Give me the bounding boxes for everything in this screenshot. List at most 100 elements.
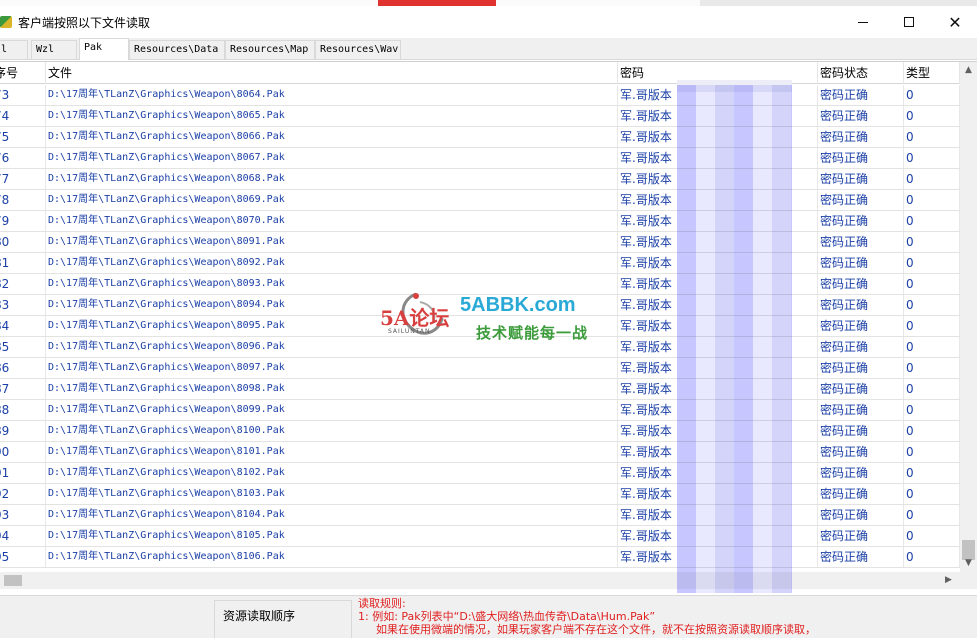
row-password-status: 密码正确 xyxy=(818,295,904,315)
tab-resources-wav[interactable]: Resources\Wav xyxy=(315,40,401,59)
row-file-path: D:\17周年\TLanZ\Graphics\Weapon\8069.Pak xyxy=(46,190,618,210)
row-file-path: D:\17周年\TLanZ\Graphics\Weapon\8067.Pak xyxy=(46,148,618,168)
row-index: 83 xyxy=(0,295,46,315)
table-row[interactable]: 95D:\17周年\TLanZ\Graphics\Weapon\8106.Pak… xyxy=(0,547,960,568)
row-type: 0 xyxy=(904,358,960,378)
table-row[interactable]: 79D:\17周年\TLanZ\Graphics\Weapon\8070.Pak… xyxy=(0,211,960,232)
row-file-path: D:\17周年\TLanZ\Graphics\Weapon\8102.Pak xyxy=(46,463,618,483)
table-row[interactable]: 88D:\17周年\TLanZ\Graphics\Weapon\8099.Pak… xyxy=(0,400,960,421)
scroll-up-icon[interactable]: ▲ xyxy=(960,62,977,79)
row-index: 92 xyxy=(0,484,46,504)
table-row[interactable]: 76D:\17周年\TLanZ\Graphics\Weapon\8067.Pak… xyxy=(0,148,960,169)
watermark-site: 5ABBK.com xyxy=(460,294,576,316)
row-file-path: D:\17周年\TLanZ\Graphics\Weapon\8092.Pak xyxy=(46,253,618,273)
row-index: 74 xyxy=(0,106,46,126)
table-row[interactable]: 78D:\17周年\TLanZ\Graphics\Weapon\8069.Pak… xyxy=(0,190,960,211)
bottom-panel: 资源读取顺序 读取规则: 1: 例如: Pak列表中“D:\盛大网络\热血传奇\… xyxy=(0,595,977,638)
column-header-status[interactable]: 密码状态 xyxy=(818,62,904,84)
row-index: 95 xyxy=(0,547,46,567)
table-row[interactable]: 77D:\17周年\TLanZ\Graphics\Weapon\8068.Pak… xyxy=(0,169,960,190)
row-index: 79 xyxy=(0,211,46,231)
maximize-button[interactable] xyxy=(886,6,932,38)
row-index: 94 xyxy=(0,526,46,546)
table-row[interactable]: 89D:\17周年\TLanZ\Graphics\Weapon\8100.Pak… xyxy=(0,421,960,442)
tab-pak[interactable]: Pak xyxy=(79,38,129,60)
row-file-path: D:\17周年\TLanZ\Graphics\Weapon\8097.Pak xyxy=(46,358,618,378)
row-type: 0 xyxy=(904,337,960,357)
row-type: 0 xyxy=(904,106,960,126)
title-bar[interactable]: 客户端按照以下文件读取 ✕ xyxy=(0,6,977,38)
table-row[interactable]: 73D:\17周年\TLanZ\Graphics\Weapon\8064.Pak… xyxy=(0,85,960,106)
row-type: 0 xyxy=(904,253,960,273)
table-row[interactable]: 93D:\17周年\TLanZ\Graphics\Weapon\8104.Pak… xyxy=(0,505,960,526)
table-row[interactable]: 91D:\17周年\TLanZ\Graphics\Weapon\8102.Pak… xyxy=(0,463,960,484)
scroll-corner xyxy=(960,572,977,589)
table-row[interactable]: 75D:\17周年\TLanZ\Graphics\Weapon\8066.Pak… xyxy=(0,127,960,148)
row-type: 0 xyxy=(904,85,960,105)
app-icon xyxy=(0,16,12,28)
row-type: 0 xyxy=(904,505,960,525)
scroll-down-icon[interactable]: ▼ xyxy=(960,555,977,572)
row-type: 0 xyxy=(904,274,960,294)
row-index: 80 xyxy=(0,232,46,252)
row-index: 87 xyxy=(0,379,46,399)
minimize-icon xyxy=(858,21,868,23)
table-row[interactable]: 87D:\17周年\TLanZ\Graphics\Weapon\8098.Pak… xyxy=(0,379,960,400)
row-index: 93 xyxy=(0,505,46,525)
horizontal-scrollbar[interactable]: ▶ xyxy=(0,572,960,589)
vertical-scrollbar[interactable]: ▲ ▼ xyxy=(960,62,977,572)
tab-bar: l Wzl Pak Resources\Data Resources\Map R… xyxy=(0,38,977,60)
watermark-logo-text: 5A论坛 xyxy=(380,306,450,330)
row-file-path: D:\17周年\TLanZ\Graphics\Weapon\8106.Pak xyxy=(46,547,618,567)
table-row[interactable]: 92D:\17周年\TLanZ\Graphics\Weapon\8103.Pak… xyxy=(0,484,960,505)
forum-watermark: 5A论坛 SAILUNTAN 5ABBK.com 技术赋能每一战 xyxy=(380,284,620,354)
row-password-status: 密码正确 xyxy=(818,442,904,462)
row-file-path: D:\17周年\TLanZ\Graphics\Weapon\8091.Pak xyxy=(46,232,618,252)
row-index: 90 xyxy=(0,442,46,462)
horizontal-scroll-thumb[interactable] xyxy=(4,575,22,586)
resource-order-box[interactable]: 资源读取顺序 xyxy=(214,600,352,638)
table-row[interactable]: 74D:\17周年\TLanZ\Graphics\Weapon\8065.Pak… xyxy=(0,106,960,127)
table-row[interactable]: 90D:\17周年\TLanZ\Graphics\Weapon\8101.Pak… xyxy=(0,442,960,463)
scroll-right-icon[interactable]: ▶ xyxy=(940,572,957,589)
row-type: 0 xyxy=(904,127,960,147)
column-header-index[interactable]: 序号 xyxy=(0,62,46,84)
tab-l[interactable]: l xyxy=(0,40,28,59)
table-row[interactable]: 81D:\17周年\TLanZ\Graphics\Weapon\8092.Pak… xyxy=(0,253,960,274)
row-file-path: D:\17周年\TLanZ\Graphics\Weapon\8068.Pak xyxy=(46,169,618,189)
rule-1-continued: 如果在使用微端的情况，如果玩家客户端不存在这个文件，就不在按照资源读取顺序读取， xyxy=(376,623,816,636)
row-file-path: D:\17周年\TLanZ\Graphics\Weapon\8103.Pak xyxy=(46,484,618,504)
row-index: 86 xyxy=(0,358,46,378)
column-header-file[interactable]: 文件 xyxy=(46,62,618,84)
close-button[interactable]: ✕ xyxy=(932,6,977,38)
row-file-path: D:\17周年\TLanZ\Graphics\Weapon\8101.Pak xyxy=(46,442,618,462)
row-type: 0 xyxy=(904,463,960,483)
row-file-path: D:\17周年\TLanZ\Graphics\Weapon\8070.Pak xyxy=(46,211,618,231)
row-index: 75 xyxy=(0,127,46,147)
row-password-status: 密码正确 xyxy=(818,148,904,168)
resource-order-label: 资源读取顺序 xyxy=(223,609,296,623)
row-type: 0 xyxy=(904,400,960,420)
row-type: 0 xyxy=(904,484,960,504)
row-file-path: D:\17周年\TLanZ\Graphics\Weapon\8098.Pak xyxy=(46,379,618,399)
rules-title: 读取规则: xyxy=(358,597,406,610)
row-file-path: D:\17周年\TLanZ\Graphics\Weapon\8100.Pak xyxy=(46,421,618,441)
minimize-button[interactable] xyxy=(840,6,886,38)
tab-resources-map[interactable]: Resources\Map xyxy=(225,40,315,59)
tab-resources-data[interactable]: Resources\Data xyxy=(129,40,225,59)
row-index: 73 xyxy=(0,85,46,105)
tab-wzl[interactable]: Wzl xyxy=(31,40,77,59)
rule-1: 1: 例如: Pak列表中“D:\盛大网络\热血传奇\Data\Hum.Pak” xyxy=(358,610,656,623)
table-row[interactable]: 80D:\17周年\TLanZ\Graphics\Weapon\8091.Pak… xyxy=(0,232,960,253)
list-header: 序号 文件 密码 密码状态 类型 xyxy=(0,62,960,84)
row-password-status: 密码正确 xyxy=(818,253,904,273)
row-type: 0 xyxy=(904,547,960,567)
table-row[interactable]: 86D:\17周年\TLanZ\Graphics\Weapon\8097.Pak… xyxy=(0,358,960,379)
row-type: 0 xyxy=(904,295,960,315)
row-index: 82 xyxy=(0,274,46,294)
row-password-status: 密码正确 xyxy=(818,547,904,567)
row-password-status: 密码正确 xyxy=(818,190,904,210)
row-file-path: D:\17周年\TLanZ\Graphics\Weapon\8065.Pak xyxy=(46,106,618,126)
table-row[interactable]: 94D:\17周年\TLanZ\Graphics\Weapon\8105.Pak… xyxy=(0,526,960,547)
column-header-type[interactable]: 类型 xyxy=(904,62,960,84)
